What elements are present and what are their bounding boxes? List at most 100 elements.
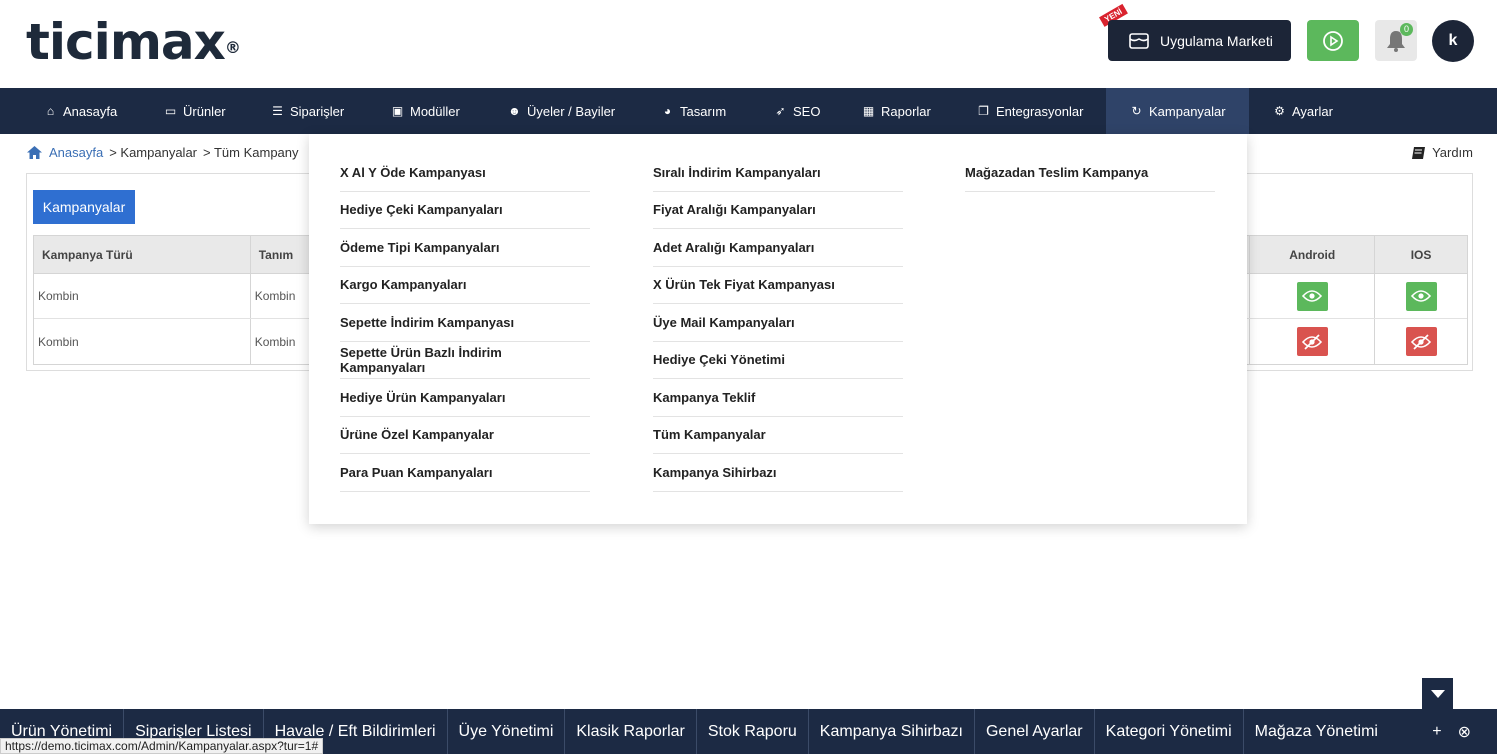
menu-item[interactable]: Kampanya Teklif [653, 379, 903, 417]
menu-item[interactable]: Kargo Kampanyaları [340, 267, 590, 304]
main-nav: ⌂ Anasayfa ▭ Ürünler ☰ Siparişler ▣ Modü… [0, 88, 1497, 134]
help-label: Yardım [1432, 145, 1473, 160]
collapse-shortcuts-button[interactable] [1422, 678, 1453, 709]
nav-label: Anasayfa [63, 103, 118, 119]
nav-item-raporlar[interactable]: ▦ Raporlar [862, 88, 931, 134]
menu-item[interactable]: Üye Mail Kampanyaları [653, 304, 903, 342]
menu-item[interactable]: Hediye Çeki Kampanyaları [340, 192, 590, 229]
shortcut-klasik-raporlar[interactable]: Klasik Raporlar [565, 709, 697, 754]
cell-android [1250, 274, 1376, 318]
ticimax-logo[interactable]: ticimax® [26, 14, 241, 70]
wrench-icon: ⚙ [1274, 103, 1285, 118]
nav-label: Ürünler [183, 103, 226, 119]
list-icon: ☰ [272, 103, 283, 118]
close-circle-icon[interactable]: ⊗ [1458, 722, 1471, 742]
breadcrumb: Anasayfa > Kampanyalar > Tüm Kampany [26, 145, 299, 160]
nav-label: Kampanyalar [1149, 103, 1226, 119]
shortcut-stok-raporu[interactable]: Stok Raporu [697, 709, 809, 754]
help-link[interactable]: Yardım [1411, 145, 1473, 160]
menu-item[interactable]: Mağazadan Teslim Kampanya [965, 154, 1215, 192]
eye-icon [1411, 290, 1432, 302]
app-market-label: Uygulama Marketi [1160, 32, 1273, 49]
copy-icon: ❐ [978, 103, 989, 118]
folder-icon: ▭ [164, 103, 177, 118]
palette-icon: ◕ [663, 103, 672, 118]
cell-ios [1375, 319, 1467, 364]
home-icon[interactable] [26, 145, 43, 160]
column-header-kampanya-turu[interactable]: Kampanya Türü [34, 236, 251, 273]
nav-item-kampanyalar[interactable]: ↻ Kampanyalar [1106, 88, 1249, 134]
tab-kampanyalar[interactable]: Kampanyalar [33, 190, 135, 224]
nav-item-ayarlar[interactable]: ⚙ Ayarlar [1273, 88, 1333, 134]
menu-column-2: Sıralı İndirim Kampanyaları Fiyat Aralığ… [653, 154, 903, 492]
nav-label: Tasarım [680, 103, 727, 119]
nav-item-seo[interactable]: ➶ SEO [774, 88, 820, 134]
menu-item[interactable]: Tüm Kampanyalar [653, 417, 903, 454]
module-icon: ▣ [391, 103, 404, 118]
menu-item[interactable]: Para Puan Kampanyaları [340, 454, 590, 492]
play-circle-icon [1323, 30, 1343, 51]
nav-item-tasarim[interactable]: ◕ Tasarım [661, 88, 726, 134]
menu-item[interactable]: Kampanya Sihirbazı [653, 454, 903, 492]
book-icon [1412, 146, 1426, 159]
menu-item[interactable]: X Al Y Öde Kampanyası [340, 154, 590, 192]
menu-item[interactable]: Sepette İndirim Kampanyası [340, 304, 590, 342]
chart-icon: ▦ [862, 103, 875, 118]
menu-item[interactable]: Sıralı İndirim Kampanyaları [653, 154, 903, 192]
nav-item-moduller[interactable]: ▣ Modüller [391, 88, 460, 134]
nav-label: SEO [793, 103, 821, 119]
menu-item[interactable]: Sepette Ürün Bazlı İndirim Kampanyaları [340, 342, 590, 379]
users-icon: ☻ [508, 103, 521, 118]
app-market-button[interactable]: Uygulama Marketi [1108, 20, 1291, 61]
cell-type: Kombin [34, 319, 251, 364]
notification-count-badge: 0 [1400, 23, 1413, 36]
eye-icon [1302, 290, 1323, 302]
breadcrumb-current: > Tüm Kampany [203, 145, 299, 160]
nav-label: Üyeler / Bayiler [527, 103, 616, 119]
android-visible-toggle[interactable] [1296, 281, 1328, 311]
shortcut-kampanya-sihirbazi[interactable]: Kampanya Sihirbazı [809, 709, 975, 754]
menu-column-1: X Al Y Öde Kampanyası Hediye Çeki Kampan… [340, 154, 590, 492]
menu-item[interactable]: Ödeme Tipi Kampanyaları [340, 229, 590, 267]
menu-item[interactable]: Hediye Çeki Yönetimi [653, 342, 903, 379]
nav-item-siparisler[interactable]: ☰ Siparişler [271, 88, 344, 134]
shortcut-magaza-yonetimi[interactable]: Mağaza Yönetimi [1244, 709, 1389, 754]
top-header: ticimax® YENİ Uygulama Marketi 0 k [0, 0, 1497, 88]
nav-item-uyeler[interactable]: ☻ Üyeler / Bayiler [508, 88, 615, 134]
caret-down-icon [1430, 689, 1445, 698]
preview-store-button[interactable] [1307, 20, 1359, 61]
nav-label: Entegrasyonlar [996, 103, 1084, 119]
eye-slash-icon [1302, 333, 1323, 350]
cell-android [1250, 319, 1376, 364]
user-avatar[interactable]: k [1432, 20, 1474, 62]
breadcrumb-kampanyalar[interactable]: > Kampanyalar [109, 145, 197, 160]
cell-ios [1375, 274, 1467, 318]
kampanyalar-dropdown-menu: X Al Y Öde Kampanyası Hediye Çeki Kampan… [309, 134, 1247, 524]
ios-visible-toggle[interactable] [1405, 281, 1437, 311]
shortcut-genel-ayarlar[interactable]: Genel Ayarlar [975, 709, 1095, 754]
eye-slash-icon [1411, 333, 1432, 350]
shortcut-kategori-yonetimi[interactable]: Kategori Yönetimi [1095, 709, 1244, 754]
plus-icon[interactable]: + [1432, 723, 1441, 741]
nav-item-entegrasyonlar[interactable]: ❐ Entegrasyonlar [977, 88, 1083, 134]
column-header-ios: IOS [1410, 247, 1432, 262]
menu-item[interactable]: Hediye Ürün Kampanyaları [340, 379, 590, 417]
column-header-android: Android [1250, 236, 1376, 273]
menu-item[interactable]: X Ürün Tek Fiyat Kampanyası [653, 267, 903, 304]
home-icon: ⌂ [46, 103, 55, 118]
nav-item-urunler[interactable]: ▭ Ürünler [164, 88, 226, 134]
notifications-button[interactable]: 0 [1375, 20, 1417, 61]
menu-item[interactable]: Ürüne Özel Kampanyalar [340, 417, 590, 454]
ios-hidden-toggle[interactable] [1405, 327, 1437, 356]
breadcrumb-home[interactable]: Anasayfa [49, 145, 103, 160]
shortcut-uye-yonetimi[interactable]: Üye Yönetimi [448, 709, 566, 754]
nav-label: Raporlar [881, 103, 931, 119]
menu-column-3: Mağazadan Teslim Kampanya [965, 154, 1215, 192]
menu-item[interactable]: Fiyat Aralığı Kampanyaları [653, 192, 903, 229]
nav-item-anasayfa[interactable]: ⌂ Anasayfa [44, 88, 117, 134]
rocket-icon: ➶ [775, 103, 786, 118]
menu-item[interactable]: Adet Aralığı Kampanyaları [653, 229, 903, 267]
android-hidden-toggle[interactable] [1296, 327, 1328, 356]
nav-label: Siparişler [290, 103, 345, 119]
shortcut-tools: + ⊗ [1432, 709, 1471, 754]
